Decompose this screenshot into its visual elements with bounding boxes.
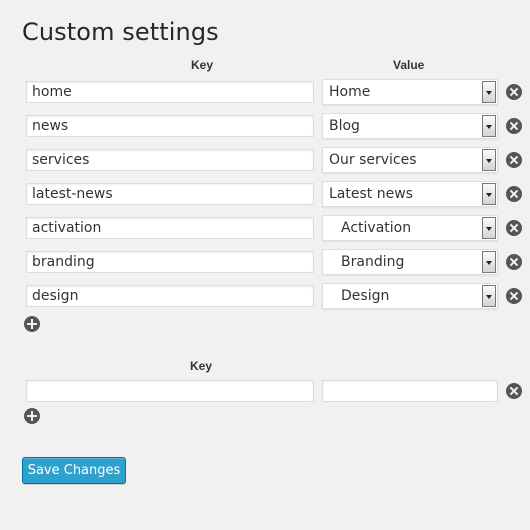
- key-input[interactable]: [26, 183, 314, 205]
- value-select[interactable]: Home: [322, 79, 498, 105]
- dropdown-arrow-icon[interactable]: [482, 149, 496, 171]
- dropdown-arrow-icon[interactable]: [482, 81, 496, 103]
- dropdown-arrow-icon[interactable]: [482, 285, 496, 307]
- value-select[interactable]: Our services: [322, 147, 498, 173]
- key-column-header: Key: [190, 359, 213, 373]
- value-select-text: Blog: [329, 118, 360, 134]
- add-row-icon[interactable]: [24, 408, 40, 424]
- value-column-header: Value: [393, 58, 425, 72]
- value-select[interactable]: Latest news: [322, 181, 498, 207]
- key-column-header: Key: [191, 58, 214, 72]
- remove-row-icon[interactable]: [506, 254, 522, 270]
- remove-row-icon[interactable]: [506, 118, 522, 134]
- remove-row-icon[interactable]: [506, 383, 522, 399]
- key-input[interactable]: [26, 115, 314, 137]
- value-select-text: Design: [341, 288, 390, 304]
- new-key-input[interactable]: [26, 380, 314, 402]
- save-changes-button[interactable]: Save Changes: [22, 457, 126, 484]
- value-select[interactable]: Design: [322, 283, 498, 309]
- remove-row-icon[interactable]: [506, 84, 522, 100]
- new-value-input[interactable]: [322, 380, 498, 402]
- value-select-text: Activation: [341, 220, 412, 236]
- remove-row-icon[interactable]: [506, 186, 522, 202]
- dropdown-arrow-icon[interactable]: [482, 217, 496, 239]
- value-select-text: Our services: [329, 152, 417, 168]
- key-input[interactable]: [26, 217, 314, 239]
- remove-row-icon[interactable]: [506, 152, 522, 168]
- value-select-text: Latest news: [329, 186, 413, 202]
- dropdown-arrow-icon[interactable]: [482, 251, 496, 273]
- value-select-text: Branding: [341, 254, 405, 270]
- dropdown-arrow-icon[interactable]: [482, 183, 496, 205]
- remove-row-icon[interactable]: [506, 220, 522, 236]
- key-input[interactable]: [26, 149, 314, 171]
- value-select[interactable]: Blog: [322, 113, 498, 139]
- key-input[interactable]: [26, 251, 314, 273]
- add-row-icon[interactable]: [24, 316, 40, 332]
- value-select[interactable]: Activation: [322, 215, 498, 241]
- value-select[interactable]: Branding: [322, 249, 498, 275]
- dropdown-arrow-icon[interactable]: [482, 115, 496, 137]
- key-input[interactable]: [26, 285, 314, 307]
- page-title: Custom settings: [22, 18, 219, 46]
- key-input[interactable]: [26, 81, 314, 103]
- value-select-text: Home: [329, 84, 371, 100]
- remove-row-icon[interactable]: [506, 288, 522, 304]
